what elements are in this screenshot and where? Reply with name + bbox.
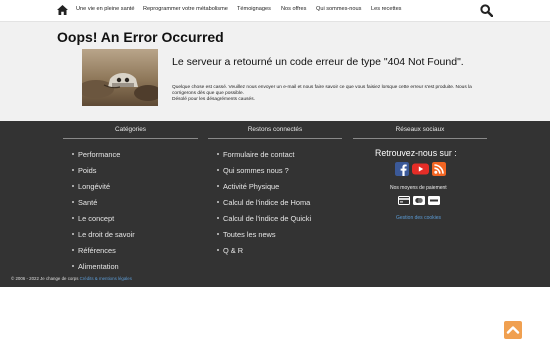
- visa-icon: [428, 196, 440, 205]
- copyright: © 2006 - 2022 Je change de corps Crédits…: [11, 276, 132, 281]
- link-label: Toutes les news: [223, 230, 276, 239]
- link-label: Calcul de l'indice de Quicki: [223, 214, 312, 223]
- bullet-icon: [217, 249, 219, 252]
- bullet-icon: [217, 233, 219, 236]
- footer-link-qui-sommes-nous[interactable]: Qui sommes nous ?: [217, 166, 289, 175]
- bullet-icon: [72, 169, 74, 172]
- divider: [63, 138, 198, 139]
- home-icon[interactable]: [57, 5, 68, 15]
- payment-methods-label: Nos moyens de paiement: [390, 185, 447, 191]
- error-description: Quelque chose est cassé. Veuillez nous e…: [172, 85, 472, 104]
- page-title: Oops! An Error Occurred: [57, 29, 224, 45]
- nav-item-temoignages[interactable]: Témoignages: [237, 6, 271, 12]
- scroll-to-top-button[interactable]: [504, 321, 522, 339]
- footer-connected-title: Restons connectés: [247, 126, 303, 133]
- bullet-icon: [72, 249, 74, 252]
- link-label: Le concept: [78, 214, 115, 223]
- bullet-icon: [72, 153, 74, 156]
- nav-item-les-recettes[interactable]: Les recettes: [371, 6, 401, 12]
- top-navigation: Une vie en pleine santé Reprogrammer vot…: [0, 0, 550, 22]
- bullet-icon: [217, 169, 219, 172]
- divider: [208, 138, 342, 139]
- footer-link-q-r[interactable]: Q & R: [217, 246, 243, 255]
- footer-link-alimentation[interactable]: Alimentation: [72, 262, 119, 271]
- link-label: Longévité: [78, 182, 111, 191]
- link-label: Références: [78, 246, 116, 255]
- bullet-icon: [72, 217, 74, 220]
- link-label: Qui sommes nous ?: [223, 166, 289, 175]
- error-illustration: [82, 49, 158, 106]
- bullet-icon: [217, 185, 219, 188]
- footer-social-title: Réseaux sociaux: [395, 126, 445, 133]
- error-apology-line: Désolé pour les désagréments causés.: [172, 97, 255, 103]
- link-label: Formulaire de contact: [223, 150, 295, 159]
- link-label: Poids: [78, 166, 97, 175]
- footer-link-news[interactable]: Toutes les news: [217, 230, 276, 239]
- footer-categories-title: Catégories: [115, 126, 146, 133]
- footer-link-longevite[interactable]: Longévité: [72, 182, 110, 191]
- footer-link-references[interactable]: Références: [72, 246, 116, 255]
- bullet-icon: [217, 201, 219, 204]
- social-heading: Retrouvez-nous sur :: [375, 148, 457, 158]
- link-label: Q & R: [223, 246, 244, 255]
- credit-card-icon: [398, 196, 410, 205]
- link-label: Alimentation: [78, 262, 119, 271]
- footer-link-le-concept[interactable]: Le concept: [72, 214, 114, 223]
- footer-link-sante[interactable]: Santé: [72, 198, 97, 207]
- bullet-icon: [217, 217, 219, 220]
- bullet-icon: [72, 233, 74, 236]
- link-label: Calcul de l'indice de Homa: [223, 198, 311, 207]
- footer-link-activite-physique[interactable]: Activité Physique: [217, 182, 279, 191]
- bullet-icon: [217, 153, 219, 156]
- link-label: Santé: [78, 198, 98, 207]
- footer-link-contact[interactable]: Formulaire de contact: [217, 150, 294, 159]
- footer: Catégories Restons connectés Réseaux soc…: [0, 121, 550, 287]
- nav-item-nos-offres[interactable]: Nos offres: [281, 6, 306, 12]
- copyright-text: © 2006 - 2022 Je change de corps: [11, 276, 79, 281]
- link-label: Performance: [78, 150, 121, 159]
- link-label: Le droit de savoir: [78, 230, 135, 239]
- cookie-settings-link[interactable]: Gestion des cookies: [396, 215, 441, 221]
- divider: [353, 138, 487, 139]
- footer-link-indice-quicki[interactable]: Calcul de l'indice de Quicki: [217, 214, 311, 223]
- footer-link-indice-homa[interactable]: Calcul de l'indice de Homa: [217, 198, 310, 207]
- bullet-icon: [72, 185, 74, 188]
- footer-link-poids[interactable]: Poids: [72, 166, 97, 175]
- facebook-icon[interactable]: [395, 162, 409, 176]
- link-label: Activité Physique: [223, 182, 280, 191]
- rss-icon[interactable]: [432, 162, 446, 176]
- footer-link-performance[interactable]: Performance: [72, 150, 120, 159]
- error-heading: Le serveur a retourné un code erreur de …: [172, 56, 464, 68]
- mastercard-icon: [413, 196, 425, 205]
- search-icon[interactable]: [480, 4, 493, 17]
- footer-link-droit-de-savoir[interactable]: Le droit de savoir: [72, 230, 135, 239]
- bullet-icon: [72, 265, 74, 268]
- nav-item-reprogrammer[interactable]: Reprogrammer votre métabolisme: [143, 6, 228, 12]
- error-description-line: Quelque chose est cassé. Veuillez nous e…: [172, 85, 472, 97]
- nav-item-une-vie[interactable]: Une vie en pleine santé: [76, 6, 134, 12]
- legal-link[interactable]: Crédits & mentions légales: [80, 276, 132, 281]
- chevron-up-icon: [506, 326, 520, 334]
- nav-item-qui-sommes-nous[interactable]: Qui sommes-nous: [316, 6, 361, 12]
- bullet-icon: [72, 201, 74, 204]
- youtube-icon[interactable]: [412, 162, 429, 176]
